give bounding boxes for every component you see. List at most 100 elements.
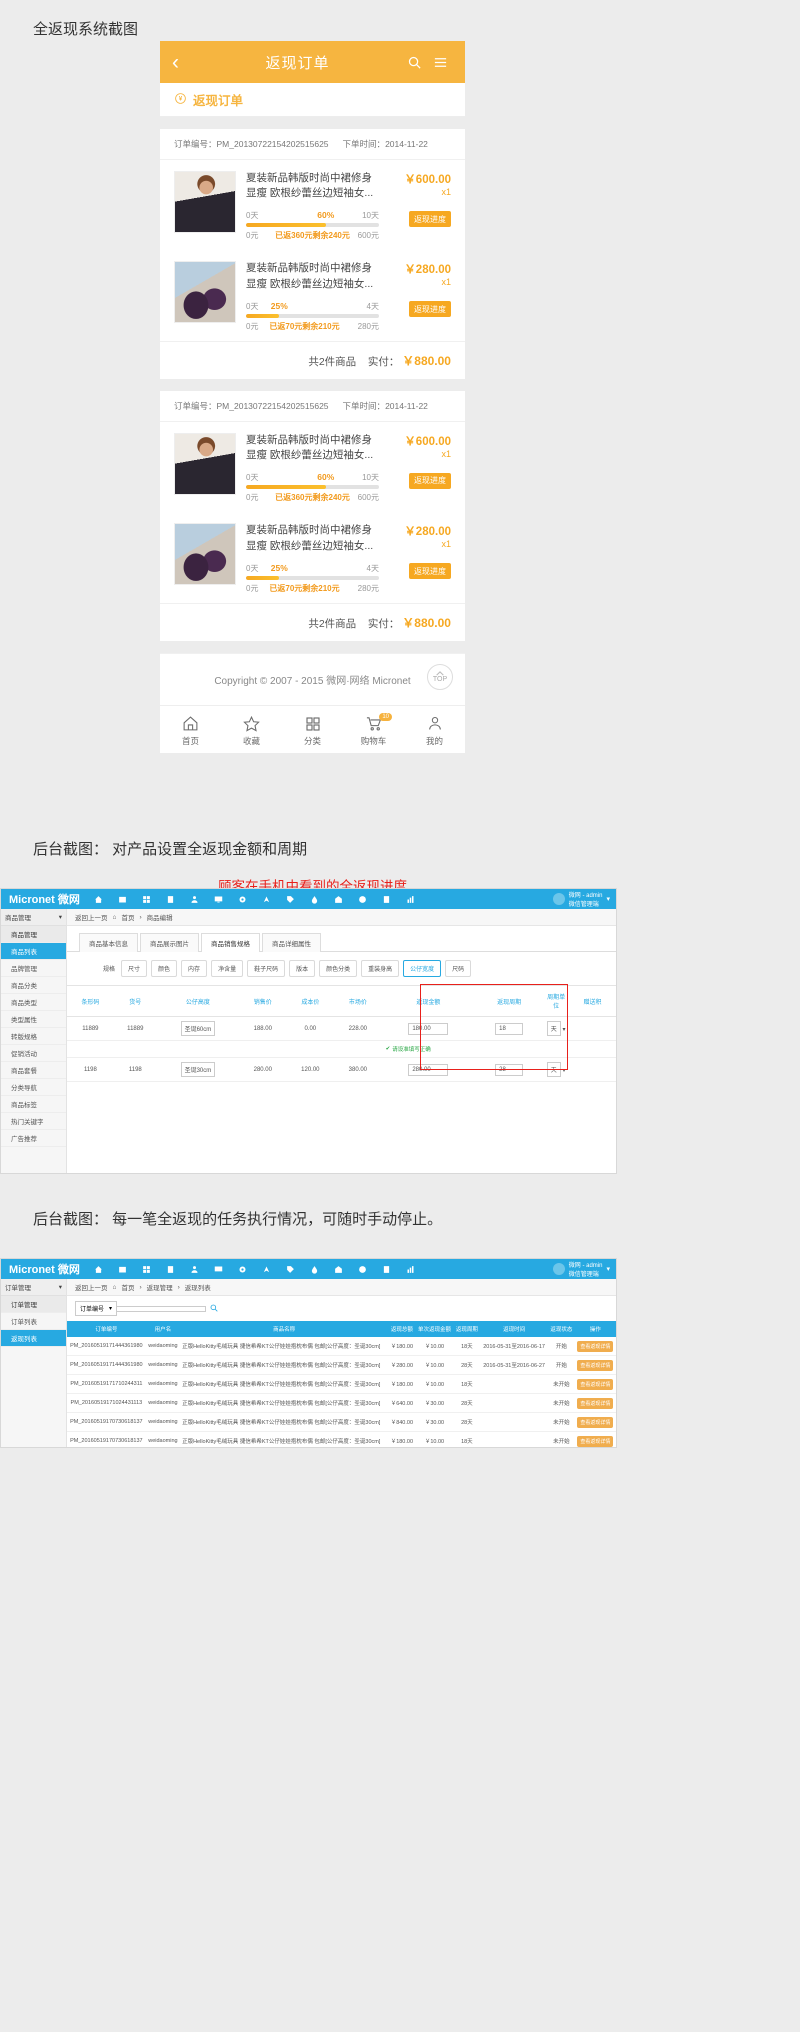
height-select[interactable]: 圣诞30cm xyxy=(181,1062,216,1077)
upload-icon[interactable] xyxy=(352,1259,374,1279)
shop-icon[interactable] xyxy=(328,889,350,909)
spec-button-size[interactable]: 尺寸 xyxy=(121,960,147,977)
table-row[interactable]: PM_20160519171444361980 weidaoming 正版Hel… xyxy=(67,1337,616,1356)
monitor-icon[interactable] xyxy=(208,1259,230,1279)
spec-button-sizecode[interactable]: 尺码 xyxy=(445,960,471,977)
spec-button-color[interactable]: 颜色 xyxy=(151,960,177,977)
search-icon[interactable] xyxy=(401,55,427,70)
sidebar-group-products[interactable]: 商品管理 xyxy=(1,926,66,943)
box-icon[interactable] xyxy=(112,1259,134,1279)
view-detail-button[interactable]: 查看返现详情 xyxy=(577,1379,613,1390)
sidebar-item-type[interactable]: 商品类型 xyxy=(1,994,66,1011)
cashback-amount-input[interactable]: 180.00 xyxy=(408,1023,448,1035)
spec-button-version[interactable]: 版本 xyxy=(289,960,315,977)
sidebar-item-cashback-list[interactable]: 返现列表 xyxy=(1,1330,66,1347)
sidebar-item-promo[interactable]: 促销活动 xyxy=(1,1045,66,1062)
view-detail-button[interactable]: 查看返现详情 xyxy=(577,1341,613,1352)
drop-icon[interactable] xyxy=(304,889,326,909)
rocket-icon[interactable] xyxy=(256,889,278,909)
cashback-progress-button[interactable]: 返现进度 xyxy=(409,301,451,317)
cashback-progress-button[interactable]: 返现进度 xyxy=(409,563,451,579)
sidebar-item-spec[interactable]: 转版规格 xyxy=(1,1028,66,1045)
shop-icon[interactable] xyxy=(328,1259,350,1279)
chart-icon[interactable] xyxy=(400,889,422,909)
breadcrumb-back[interactable]: 返回上一页 xyxy=(75,1282,108,1292)
sidebar-group-orders[interactable]: 订单管理 xyxy=(1,1296,66,1313)
search-input[interactable] xyxy=(116,1306,206,1312)
view-detail-button[interactable]: 查看返现详情 xyxy=(577,1398,613,1409)
tab-basic-info[interactable]: 商品基本信息 xyxy=(79,933,138,952)
tab-cart[interactable]: 10 购物车 xyxy=(343,713,404,747)
grid-icon[interactable] xyxy=(136,889,158,909)
sidebar-item-nav[interactable]: 分类导航 xyxy=(1,1079,66,1096)
table-row[interactable]: PM_20160519171024431113 weidaoming 正版Hel… xyxy=(67,1394,616,1413)
user-icon[interactable] xyxy=(184,889,206,909)
chevron-down-icon[interactable]: ▾ xyxy=(606,1265,610,1273)
doc-icon[interactable] xyxy=(376,1259,398,1279)
product-row[interactable]: 夏装新品韩版时尚中裙修身 显瘦 欧根纱蕾丝边短袖女... 0天 25% 4天 0… xyxy=(160,512,465,602)
spec-button-netweight[interactable]: 净含量 xyxy=(211,960,243,977)
tab-detail-attr[interactable]: 商品详细属性 xyxy=(262,933,321,952)
breadcrumb-module[interactable]: 返现管理 xyxy=(147,1282,173,1292)
cashback-amount-input[interactable]: 280.00 xyxy=(408,1064,448,1076)
rocket-icon[interactable] xyxy=(256,1259,278,1279)
cycle-unit-select[interactable]: 天 xyxy=(547,1062,561,1077)
view-detail-button[interactable]: 查看返现详情 xyxy=(577,1436,613,1447)
tab-images[interactable]: 商品展示图片 xyxy=(140,933,199,952)
tab-home[interactable]: 首页 xyxy=(160,713,221,747)
table-row[interactable]: PM_20160519171710244311 weidaoming 正版Hel… xyxy=(67,1375,616,1394)
tab-sales-spec[interactable]: 商品销售规格 xyxy=(201,933,260,952)
gear-icon[interactable] xyxy=(232,889,254,909)
sidebar-item-product-list[interactable]: 商品列表 xyxy=(1,943,66,960)
chevron-down-icon[interactable]: ▾ xyxy=(59,1283,62,1291)
monitor-icon[interactable] xyxy=(208,889,230,909)
back-to-top-button[interactable]: TOP xyxy=(427,664,453,690)
tab-category[interactable]: 分类 xyxy=(282,713,343,747)
admin-user-info[interactable]: 微网 - admin 微信管理端 ▾ xyxy=(553,890,616,908)
view-detail-button[interactable]: 查看返现详情 xyxy=(577,1417,613,1428)
sidebar-item-tags[interactable]: 商品标签 xyxy=(1,1096,66,1113)
home-icon[interactable] xyxy=(88,1259,110,1279)
product-row[interactable]: 夏装新品韩版时尚中裙修身 显瘦 欧根纱蕾丝边短袖女... 0天 60% 10天 … xyxy=(160,160,465,250)
spec-button-doll-width[interactable]: 公仔宽度 xyxy=(403,960,441,977)
spec-button-height[interactable]: 重装身高 xyxy=(361,960,399,977)
back-icon[interactable]: ‹ xyxy=(172,52,194,73)
chevron-down-icon[interactable]: ▾ xyxy=(59,913,62,921)
table-row[interactable]: PM_20160519171444361980 weidaoming 正版Hel… xyxy=(67,1356,616,1375)
tag-icon[interactable] xyxy=(280,1259,302,1279)
doc-icon[interactable] xyxy=(376,889,398,909)
table-row[interactable]: PM_20160519170730618137 weidaoming 正版Hel… xyxy=(67,1432,616,1449)
breadcrumb-home[interactable]: 首页 xyxy=(121,1282,134,1292)
breadcrumb-back[interactable]: 返回上一页 xyxy=(75,912,108,922)
home-icon[interactable] xyxy=(88,889,110,909)
tag-icon[interactable] xyxy=(280,889,302,909)
tab-profile[interactable]: 我的 xyxy=(404,713,465,747)
sidebar-title[interactable]: 订单管理 ▾ xyxy=(1,1279,66,1296)
sidebar-item-ads[interactable]: 广告推荐 xyxy=(1,1130,66,1147)
chevron-down-icon[interactable]: ▾ xyxy=(606,895,610,903)
spec-button-memory[interactable]: 内存 xyxy=(181,960,207,977)
breadcrumb-home[interactable]: 首页 xyxy=(121,912,134,922)
list-icon[interactable] xyxy=(427,55,453,70)
spec-button-colorcat[interactable]: 颜色分类 xyxy=(319,960,357,977)
sidebar-item-category[interactable]: 商品分类 xyxy=(1,977,66,994)
grid-icon[interactable] xyxy=(136,1259,158,1279)
height-select[interactable]: 圣诞60cm xyxy=(181,1021,216,1036)
admin-user-info[interactable]: 微网 - admin 微信管理端 ▾ xyxy=(553,1260,616,1278)
tab-favorites[interactable]: 收藏 xyxy=(221,713,282,747)
clipboard-icon[interactable] xyxy=(160,889,182,909)
user-icon[interactable] xyxy=(184,1259,206,1279)
spec-button-shoesize[interactable]: 鞋子尺码 xyxy=(247,960,285,977)
sidebar-item-keywords[interactable]: 热门关键字 xyxy=(1,1113,66,1130)
sidebar-item-brand[interactable]: 品牌管理 xyxy=(1,960,66,977)
cashback-cycle-input[interactable]: 28 xyxy=(495,1064,523,1076)
cashback-progress-button[interactable]: 返现进度 xyxy=(409,473,451,489)
cashback-progress-button[interactable]: 返现进度 xyxy=(409,211,451,227)
gear-icon[interactable] xyxy=(232,1259,254,1279)
view-detail-button[interactable]: 查看返现详情 xyxy=(577,1360,613,1371)
drop-icon[interactable] xyxy=(304,1259,326,1279)
search-icon[interactable] xyxy=(210,1304,218,1314)
table-row[interactable]: PM_20160519170730618137 weidaoming 正版Hel… xyxy=(67,1413,616,1432)
sidebar-item-type-attr[interactable]: 类型属性 xyxy=(1,1011,66,1028)
product-row[interactable]: 夏装新品韩版时尚中裙修身 显瘦 欧根纱蕾丝边短袖女... 0天 60% 10天 … xyxy=(160,422,465,512)
